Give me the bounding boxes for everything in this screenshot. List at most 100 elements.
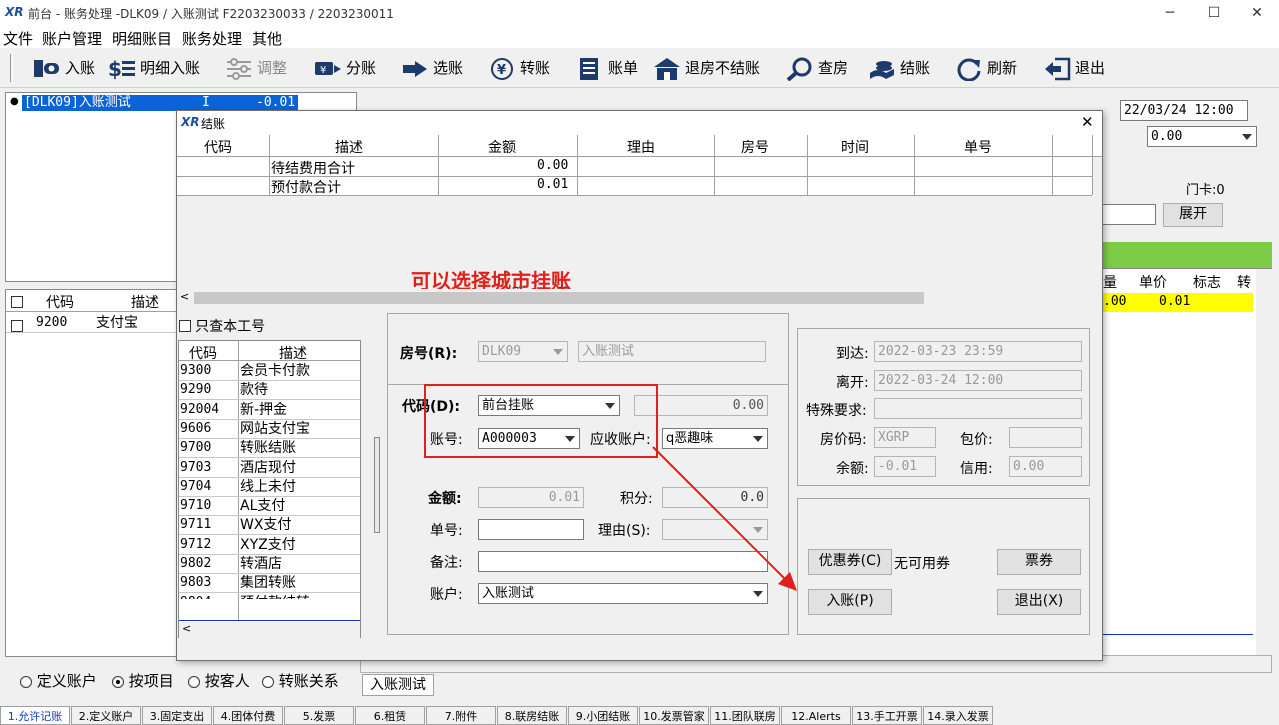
toolbar-label: 调整 [257, 59, 288, 77]
depart-date-field[interactable]: 22/03/24 12:00 [1120, 100, 1248, 121]
menu-accounting[interactable]: 账务处理 [182, 28, 242, 49]
tab-define-account[interactable]: 2.定义账户 [71, 706, 141, 725]
tab-linked-room-settle[interactable]: 8.联房结账 [497, 706, 567, 725]
door-card-label: 门卡:0 [1186, 183, 1225, 198]
bill-no-field[interactable] [478, 519, 584, 540]
balance-field[interactable]: -0.01 [874, 456, 936, 477]
post-button[interactable]: 入账(P) [808, 589, 892, 615]
guest-tab[interactable]: 入账测试 [362, 674, 434, 696]
code-list-item[interactable]: 9802 转酒店 [179, 555, 360, 574]
menu-bar: 文件 账户管理 明细账目 账务处理 其他 [0, 26, 1279, 48]
amount-field[interactable]: 0.01 [478, 487, 584, 508]
window-title: 前台 - 账务处理 -DLK09 / 入账测试 F2203230033 / 22… [28, 7, 394, 21]
radio-by-guest[interactable]: 按客人 [188, 670, 250, 691]
search-field[interactable] [1100, 204, 1156, 225]
toolbar-label: 明细入账 [140, 59, 201, 77]
tab-allow-posting[interactable]: 1.允许记账 [0, 706, 70, 725]
code-list-hscrollbar[interactable]: < [179, 622, 360, 638]
tab-group-payment[interactable]: 4.团体付费 [213, 706, 283, 725]
left-list-row[interactable]: 9200 支付宝 [6, 314, 178, 333]
grid-scrollbar[interactable] [1256, 269, 1272, 659]
menu-account-management[interactable]: 账户管理 [42, 28, 102, 49]
radio-transfer-relation[interactable]: 转账关系 [262, 670, 339, 691]
code-list-item[interactable]: 9290 款待 [179, 381, 360, 401]
code-list-item[interactable]: 9300 会员卡付款 [179, 362, 360, 381]
tab-lease[interactable]: 6.租赁 [355, 706, 425, 725]
toolbar-label: 转账 [520, 59, 551, 77]
tab-small-group-settle[interactable]: 9.小团结账 [568, 706, 638, 725]
expand-button[interactable]: 展开 [1163, 203, 1223, 227]
minimize-button[interactable]: ─ [1148, 2, 1192, 24]
credit-field[interactable]: 0.00 [1009, 456, 1082, 477]
package-field[interactable] [1009, 427, 1082, 448]
grid-footer-line [1101, 611, 1253, 635]
tab-attachment[interactable]: 7.附件 [426, 706, 496, 725]
toolbar-select-account-button[interactable]: 选账 [401, 54, 463, 82]
toolbar-adjust-button[interactable]: 调整 [225, 54, 287, 82]
radio-define-account[interactable]: 定义账户 [20, 670, 97, 691]
balance-select[interactable]: 0.00 [1147, 126, 1257, 147]
toolbar-post-entry-button[interactable]: 入账 [33, 54, 95, 82]
voucher-button[interactable]: 票券 [997, 549, 1081, 575]
close-window-button[interactable]: ✕ [1235, 2, 1279, 24]
scroll-left-icon[interactable]: < [180, 290, 189, 303]
code-list-item[interactable]: 92004 新-押金 [179, 401, 360, 420]
toolbar-checkout-no-settle-button[interactable]: 退房不结账 [653, 54, 760, 82]
settle-dialog: XR 结账 ✕ 代码 描述 金额 理由 房号 时间 单号 待结费用合计 0.00… [176, 110, 1103, 661]
toolbar-exit-button[interactable]: 退出 [1043, 54, 1105, 82]
radio-by-item[interactable]: 按项目 [112, 670, 174, 691]
toolbar-split-account-button[interactable]: ¥ 分账 [314, 54, 376, 82]
code-list-item[interactable]: 9606 网站支付宝 [179, 420, 360, 439]
menu-other[interactable]: 其他 [252, 28, 282, 49]
code-list-item[interactable]: 9710 AL支付 [179, 497, 360, 517]
toolbar-settle-button[interactable]: 结账 [868, 54, 930, 82]
table-hscrollbar[interactable]: < [177, 289, 1102, 307]
only-my-id-checkbox[interactable]: 只查本工号 [179, 316, 369, 336]
green-status-band [1100, 242, 1272, 268]
menu-file[interactable]: 文件 [3, 28, 33, 49]
depart-label: 离开: [836, 375, 869, 391]
room-select[interactable]: DLK09 [478, 341, 568, 362]
code-list-item[interactable]: 9700 转账结账 [179, 439, 360, 459]
tab-alerts[interactable]: 12.Alerts [781, 706, 851, 725]
chevron-down-icon [1242, 134, 1252, 140]
arrive-field[interactable]: 2022-03-23 23:59 [874, 341, 1082, 362]
toolbar-room-check-button[interactable]: 查房 [786, 54, 848, 82]
dialog-close-button[interactable]: ✕ [1081, 113, 1094, 131]
tab-fixed-expense[interactable]: 3.固定支出 [142, 706, 212, 725]
scroll-thumb[interactable] [194, 292, 924, 304]
toolbar-transfer-button[interactable]: ¥ 转账 [488, 54, 550, 82]
left-list-row-checkbox[interactable] [11, 317, 23, 335]
tab-team-linked-room[interactable]: 11.团队联房 [710, 706, 780, 725]
left-list-select-all[interactable] [11, 294, 23, 309]
maximize-button[interactable]: ☐ [1192, 2, 1236, 24]
code-list-item[interactable]: 9803 集团转账 [179, 574, 360, 594]
table-row[interactable]: 待结费用合计 0.00 [177, 157, 1092, 177]
code-list-item[interactable]: 9711 WX支付 [179, 516, 360, 536]
toolbar-detail-entry-button[interactable]: $ 明细入账 [108, 54, 200, 82]
rate-field[interactable]: XGRP [874, 427, 936, 448]
grid-row-highlight[interactable]: .00 0.01 [1101, 293, 1253, 312]
room-name-field[interactable]: 入账测试 [578, 341, 766, 362]
table-row[interactable]: 预付款合计 0.01 [177, 177, 1092, 196]
tree-item-label: [DLK09]入账测试 [24, 95, 131, 110]
scroll-left-icon[interactable]: < [182, 622, 191, 635]
menu-detail-items[interactable]: 明细账目 [112, 28, 172, 49]
code-list-footer [179, 599, 360, 621]
tab-invoice[interactable]: 5.发票 [284, 706, 354, 725]
splitter-handle[interactable] [374, 437, 380, 533]
toolbar-refresh-button[interactable]: 刷新 [955, 54, 1017, 82]
exit-button[interactable]: 退出(X) [997, 589, 1081, 615]
depart-field[interactable]: 2022-03-24 12:00 [874, 370, 1082, 391]
tab-enter-invoice[interactable]: 14.录入发票 [923, 706, 993, 725]
special-field[interactable] [874, 398, 1082, 419]
code-list-item[interactable]: 9704 线上未付 [179, 478, 360, 497]
coupon-button[interactable]: 优惠券(C) [808, 549, 892, 575]
code-list-item[interactable]: 9712 XYZ支付 [179, 536, 360, 555]
code-list-item[interactable]: 9703 酒店现付 [179, 459, 360, 478]
tab-manual-invoice[interactable]: 13.手工开票 [852, 706, 922, 725]
tree-item-selected[interactable]: [DLK09]入账测试 I -0.01 [22, 95, 298, 111]
toolbar-bill-button[interactable]: 账单 [576, 54, 638, 82]
tab-invoice-manager[interactable]: 10.发票管家 [639, 706, 709, 725]
toolbar-label: 结账 [900, 59, 931, 77]
